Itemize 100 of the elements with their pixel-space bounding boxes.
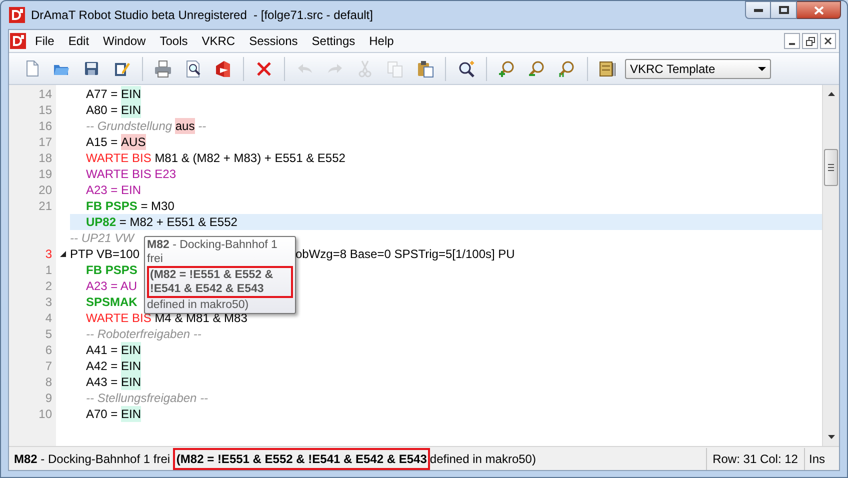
line-number: 18 (38, 151, 52, 165)
line-number: 6 (45, 343, 52, 357)
code-text: = M30 (140, 198, 174, 214)
line-number: 1 (45, 263, 52, 277)
code-text: A80 = (86, 102, 119, 118)
minimize-button[interactable] (784, 33, 800, 49)
scroll-down-icon[interactable] (828, 435, 835, 439)
code-text: -- UP21 VW (70, 230, 134, 246)
paste-icon (416, 60, 434, 78)
line-number: 7 (45, 359, 52, 373)
code-text: A41 = (86, 342, 119, 358)
close-button[interactable] (820, 33, 836, 49)
close-icon (824, 37, 832, 45)
collapse-toggle[interactable] (60, 251, 66, 257)
delete-icon (255, 60, 273, 78)
code-text: WARTE BIS (86, 150, 152, 166)
code-text: -- Stellungsfreigaben -- (86, 390, 208, 406)
code-text: obWzg=8 Base=0 SPSTrig=5[1/100s] PU (296, 246, 515, 262)
tooltip-source: defined in makro50) (147, 298, 250, 312)
macro-definition: (M82 = !E551 & E552 & !E541 & E542 & E543 (173, 448, 430, 470)
cursor-position: Row: 31 Col: 12 (706, 448, 804, 470)
menu-item[interactable]: Settings (304, 31, 362, 51)
line-number: 21 (38, 199, 52, 213)
code-text: EIN (121, 374, 142, 390)
code-text: FB PSPS (86, 262, 138, 278)
close-icon (814, 6, 824, 14)
insert-mode: Ins (804, 448, 839, 470)
code-text: PTP VB=100 (70, 246, 140, 262)
line-number: 16 (38, 119, 52, 133)
code-text: -- (197, 118, 206, 134)
zoom-out-icon (528, 60, 546, 78)
scrollbar-thumb[interactable] (824, 149, 838, 186)
code-text: A23 = EIN (86, 182, 142, 198)
code-text: -- Grundstellung (86, 118, 174, 134)
code-text: M81 & (M82 + M83) + E551 & E552 (154, 150, 346, 166)
minimize-icon (789, 43, 795, 45)
scissors-icon (356, 60, 374, 78)
minimize-button[interactable] (745, 1, 771, 19)
code-text: -- Roboterfreigaben -- (86, 326, 202, 342)
tooltip-description: M82 - Docking-Bahnhof 1 frei (147, 238, 278, 266)
menu-item[interactable]: File (28, 31, 62, 51)
line-number: 9 (45, 391, 52, 405)
code-text: A70 = (86, 406, 119, 422)
line-number: 3 (45, 295, 52, 309)
line-number: 5 (45, 327, 52, 341)
status-description: M82 - Docking-Bahnhof 1 frei (13, 450, 172, 468)
code-text: = M82 + E551 & E552 (118, 214, 238, 230)
menu-item[interactable]: Edit (61, 31, 96, 51)
window-title: DrAmaT Robot Studio beta Unregistered - [folge71.src - default] (31, 7, 373, 24)
printer-icon (154, 60, 172, 78)
line-number: 8 (45, 375, 52, 389)
code-text: AUS (121, 134, 146, 150)
code-text: A43 = (86, 374, 119, 390)
copy-icon (386, 60, 404, 78)
maximize-button[interactable] (771, 1, 797, 19)
restore-icon (806, 36, 814, 46)
line-number: 17 (38, 135, 52, 149)
code-text: EIN (121, 406, 142, 422)
line-number: 19 (38, 167, 52, 181)
line-number: 10 (38, 407, 52, 421)
line-number: 15 (38, 103, 52, 117)
template-dropdown[interactable]: VKRC Template (625, 58, 771, 78)
code-text: WARTE BIS E23 (86, 166, 176, 182)
maximize-icon (778, 6, 788, 14)
line-number: 20 (38, 183, 52, 197)
code-text: EIN (121, 342, 142, 358)
minimize-icon (754, 8, 762, 12)
magnifier-sparkle-icon (457, 60, 475, 78)
code-text: EIN (121, 358, 142, 374)
cabinet-icon (599, 60, 617, 78)
menu-item[interactable]: VKRC (194, 31, 242, 51)
code-text: UP82 (86, 214, 116, 230)
code-text: WARTE BIS (86, 310, 152, 326)
menu-item[interactable]: Tools (152, 31, 195, 51)
code-text: EIN (121, 86, 142, 102)
code-text: aus (175, 118, 195, 134)
menu-item[interactable]: Sessions (242, 31, 305, 51)
grip-icon (828, 164, 834, 171)
menu-item[interactable]: Help (362, 31, 401, 51)
code-text: A15 = (86, 134, 119, 150)
line-number: 2 (45, 279, 52, 293)
menu-item[interactable]: Window (96, 31, 153, 51)
zoom-icon (558, 60, 576, 78)
dropdown-caret-icon (758, 66, 766, 70)
zoom-in-icon (498, 60, 516, 78)
document-arrow-icon (214, 60, 232, 78)
restore-button[interactable] (802, 33, 818, 49)
status-source: defined in makro50) (430, 450, 536, 468)
line-number: 4 (45, 311, 52, 325)
code-text: M4 & M81 & M83 (154, 310, 248, 326)
code-text: A42 = (86, 358, 119, 374)
code-text: A23 = AU (86, 278, 138, 294)
scroll-up-icon[interactable] (828, 92, 835, 96)
code-text: FB PSPS (86, 198, 138, 214)
code-text: A77 = (86, 86, 119, 102)
code-text: EIN (121, 102, 142, 118)
close-button[interactable] (797, 1, 841, 19)
code-text: SPSMAK (86, 294, 138, 310)
line-number: 14 (38, 87, 52, 101)
line-number: 3 (45, 247, 52, 261)
